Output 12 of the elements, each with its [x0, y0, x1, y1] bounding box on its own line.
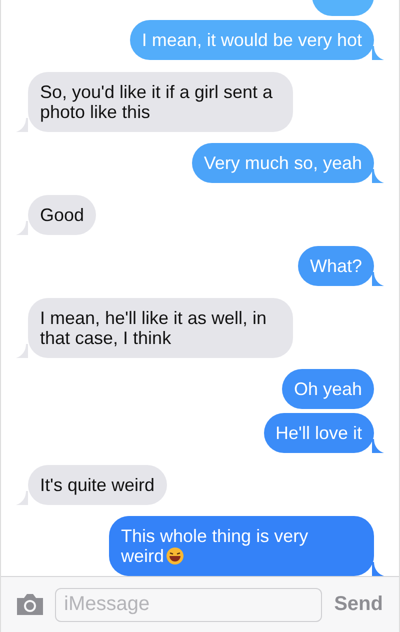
- bubble-tail: [16, 490, 28, 504]
- bubble-tail: [16, 118, 28, 132]
- bubble-tail: [16, 344, 28, 358]
- bubble-tail: [372, 46, 384, 60]
- bubble-tail: [372, 169, 384, 183]
- message-field[interactable]: iMessage: [55, 588, 322, 622]
- bubble-tail: [16, 220, 28, 234]
- send-button[interactable]: Send: [332, 593, 385, 616]
- camera-icon[interactable]: [15, 594, 45, 616]
- bubble-tail: [372, 562, 384, 576]
- bubble-tail: [372, 272, 384, 286]
- bubble-tail: [372, 439, 384, 453]
